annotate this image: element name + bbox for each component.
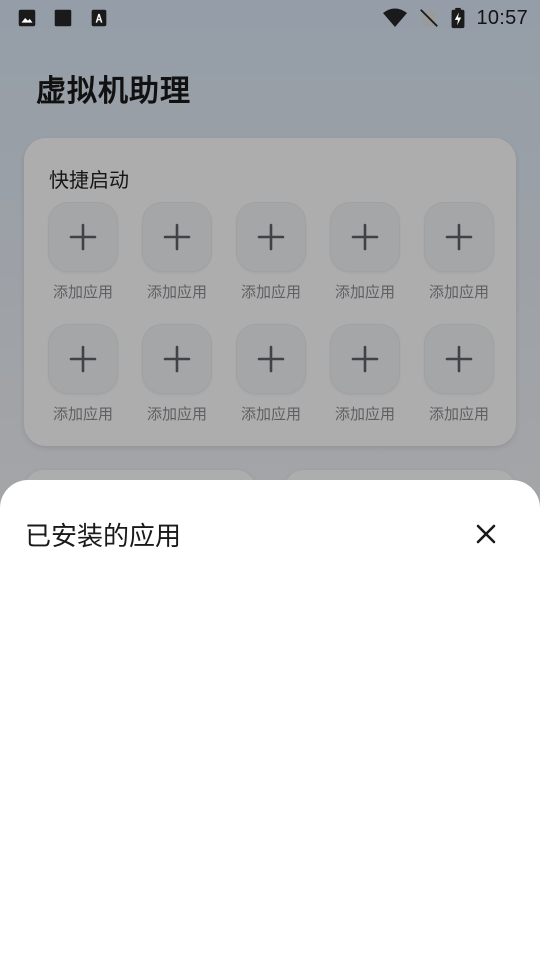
sheet-title: 已安装的应用 xyxy=(25,522,182,552)
square-icon xyxy=(54,9,72,27)
no-sim-icon xyxy=(420,9,439,27)
font-download-icon xyxy=(91,9,107,27)
image-icon xyxy=(18,9,36,27)
battery-charging-icon xyxy=(452,7,465,29)
installed-apps-sheet: 已安装的应用 xyxy=(0,480,540,960)
status-bar: 10:57 xyxy=(0,0,540,36)
close-icon xyxy=(476,524,496,544)
wifi-icon xyxy=(383,8,408,27)
clock: 10:57 xyxy=(476,6,528,29)
status-bar-right: 10:57 xyxy=(382,7,528,30)
status-bar-left xyxy=(16,7,110,29)
close-button[interactable] xyxy=(462,510,510,558)
